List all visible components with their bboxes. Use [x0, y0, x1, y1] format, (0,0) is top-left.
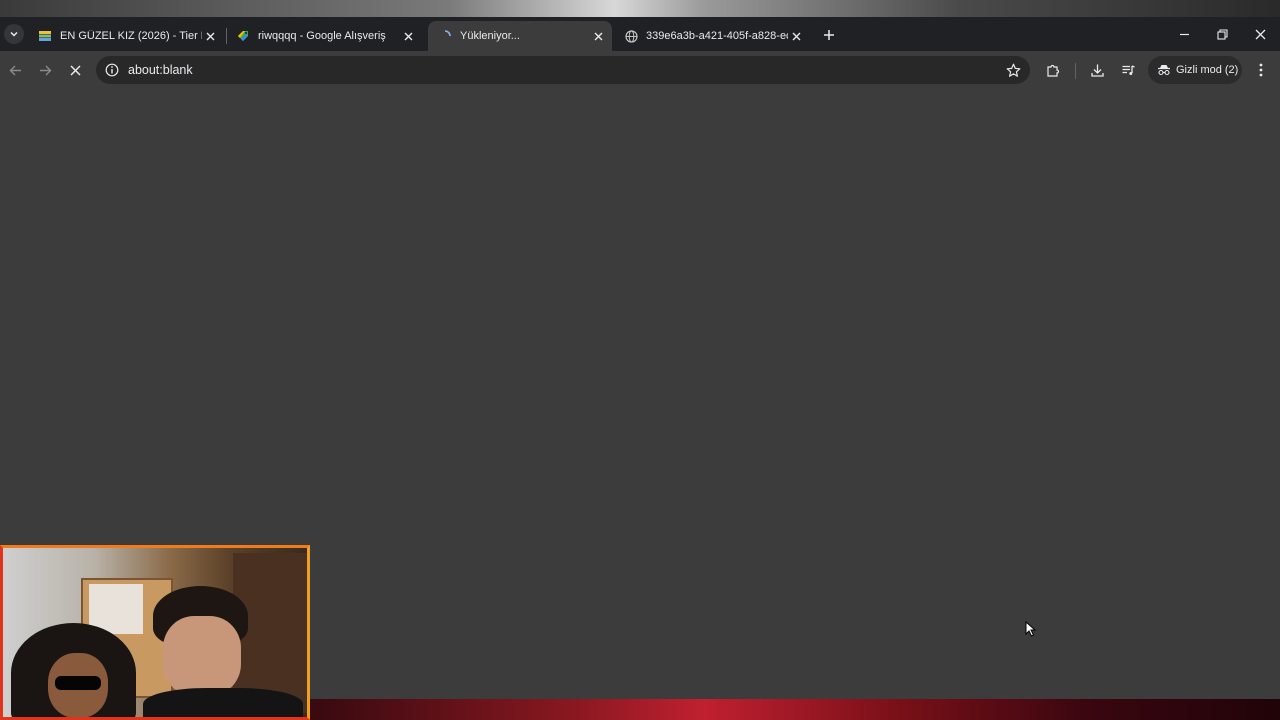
incognito-profile-button[interactable]: Gizli mod (2)	[1148, 56, 1242, 84]
download-icon	[1090, 64, 1104, 77]
tab-title: EN GÜZEL KIZ (2026) - Tier List	[60, 30, 202, 42]
webcam-person-right-shirt	[143, 688, 303, 717]
tab-loading[interactable]: Yükleniyor...	[428, 21, 612, 51]
mouse-cursor-icon	[1025, 621, 1037, 637]
restore-button[interactable]	[1213, 25, 1231, 43]
star-icon[interactable]	[1004, 61, 1022, 79]
url-text[interactable]: about:blank	[128, 63, 193, 77]
back-button[interactable]	[5, 60, 25, 80]
arrow-left-icon	[9, 65, 21, 75]
toolbar: about:blank Gizli mod (2)	[0, 51, 1280, 89]
minimize-icon	[1179, 33, 1189, 35]
tab-google-shopping[interactable]: riwqqqq - Google Alışveriş	[226, 21, 422, 51]
tab-title: Yükleniyor...	[460, 30, 520, 42]
media-controls-button[interactable]	[1118, 60, 1138, 80]
stop-loading-button[interactable]	[65, 60, 85, 80]
new-tab-button[interactable]	[820, 26, 838, 44]
tab-strip: EN GÜZEL KIZ (2026) - Tier List riwqqqq …	[0, 17, 1280, 51]
webcam-overlay	[0, 545, 310, 720]
close-icon[interactable]	[590, 28, 606, 44]
close-icon	[1255, 29, 1265, 39]
info-icon[interactable]	[104, 62, 120, 78]
chevron-down-icon	[10, 31, 18, 37]
plus-icon	[824, 30, 834, 40]
forward-button[interactable]	[35, 60, 55, 80]
tab-uuid[interactable]: 339e6a3b-a421-405f-a828-ec4	[614, 21, 810, 51]
extensions-button[interactable]	[1043, 60, 1063, 80]
loading-spinner-icon	[438, 29, 452, 43]
tab-title: riwqqqq - Google Alışveriş	[258, 30, 386, 42]
close-icon[interactable]	[788, 28, 804, 44]
incognito-label: Gizli mod (2)	[1176, 64, 1239, 76]
toolbar-divider	[1075, 63, 1076, 79]
incognito-icon	[1156, 62, 1172, 78]
downloads-button[interactable]	[1087, 60, 1107, 80]
close-window-button[interactable]	[1251, 25, 1269, 43]
puzzle-icon	[1046, 64, 1059, 77]
restore-icon	[1216, 28, 1228, 40]
globe-icon	[624, 29, 638, 43]
close-icon[interactable]	[400, 28, 416, 44]
close-icon[interactable]	[202, 28, 218, 44]
tab-title: 339e6a3b-a421-405f-a828-ec4	[646, 30, 788, 42]
address-bar[interactable]: about:blank	[96, 56, 1030, 84]
menu-button[interactable]	[1251, 60, 1271, 80]
google-shopping-favicon	[236, 29, 250, 43]
arrow-right-icon	[39, 65, 51, 75]
close-icon	[69, 64, 81, 76]
kebab-menu-icon	[1259, 63, 1263, 77]
tier-list-favicon	[38, 29, 52, 43]
sunglasses	[55, 676, 101, 690]
webcam-person-right-face	[163, 616, 241, 696]
stream-background-top	[0, 0, 1280, 18]
minimize-button[interactable]	[1175, 25, 1193, 43]
tab-search-button[interactable]	[4, 24, 24, 44]
tab-tier-list[interactable]: EN GÜZEL KIZ (2026) - Tier List	[28, 21, 224, 51]
media-list-icon	[1122, 64, 1135, 75]
